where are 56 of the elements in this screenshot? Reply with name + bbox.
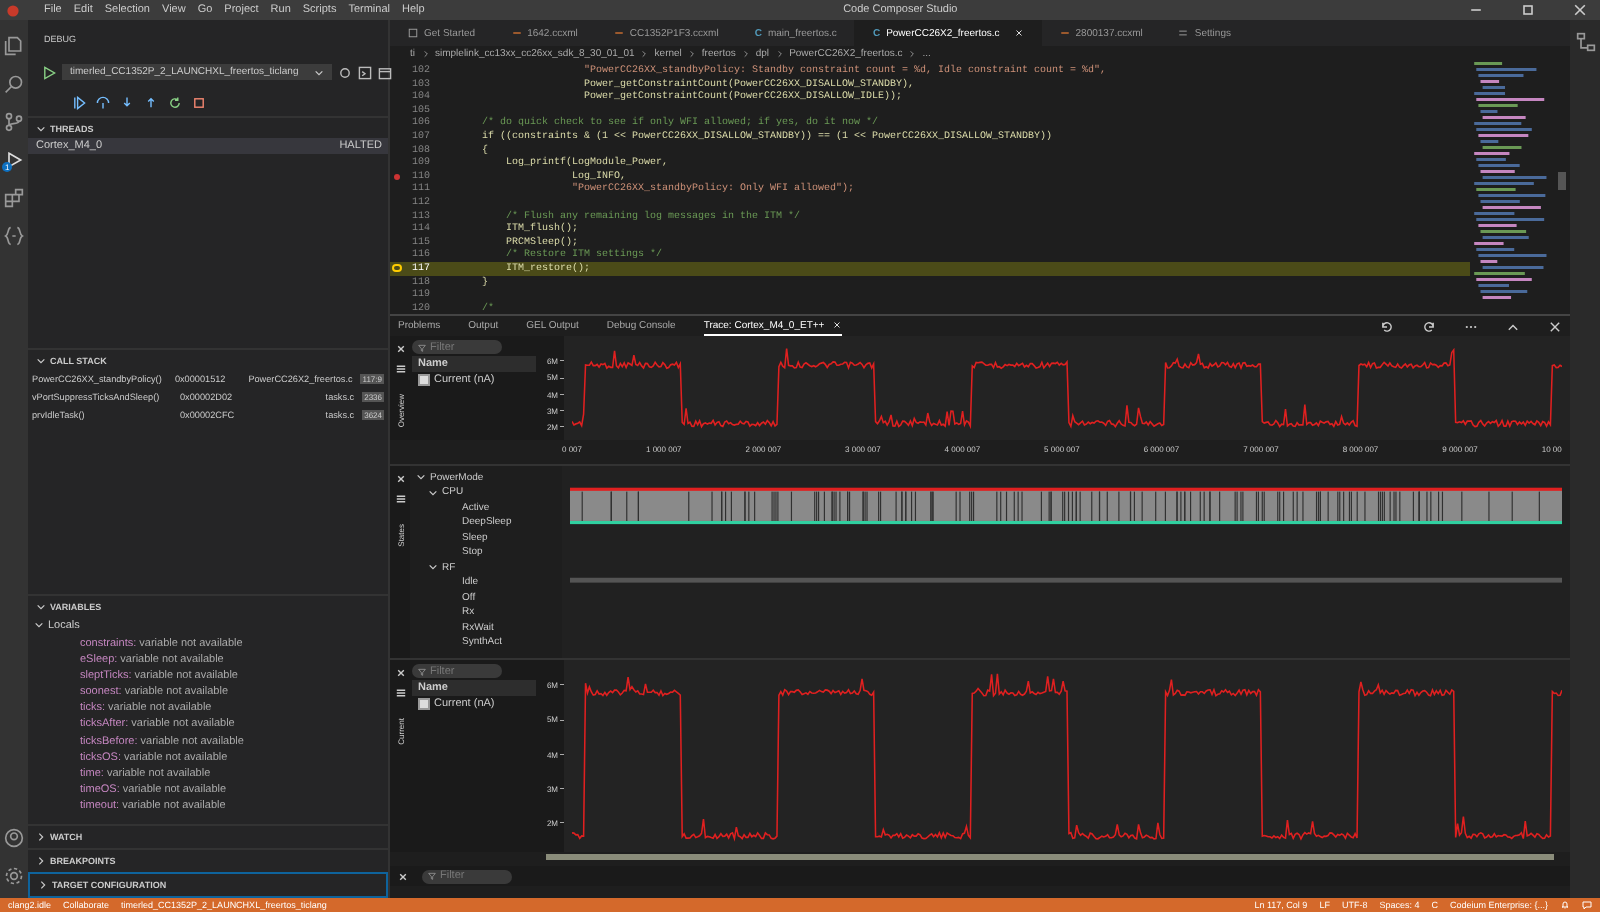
extensions-icon[interactable]: [4, 188, 24, 208]
list-icon[interactable]: [393, 362, 407, 376]
undo-icon[interactable]: [1380, 319, 1394, 333]
maximize-panel-icon[interactable]: [1506, 319, 1520, 333]
scrollbar-thumb[interactable]: [546, 854, 1554, 860]
caret-icon: [314, 67, 325, 77]
app-logo-icon: [6, 3, 20, 17]
close-icon[interactable]: [1013, 28, 1024, 38]
chevron-icon[interactable]: [34, 620, 44, 631]
checkbox[interactable]: [418, 374, 430, 386]
maximize-icon[interactable]: [1520, 2, 1536, 18]
close-icon[interactable]: [393, 666, 407, 680]
braces-icon[interactable]: [4, 226, 24, 246]
chevron-icon[interactable]: [36, 832, 46, 842]
close-icon[interactable]: [1548, 319, 1562, 333]
checkbox[interactable]: [418, 698, 430, 710]
breakpoint-icon[interactable]: [394, 173, 400, 180]
terminal-icon[interactable]: [358, 65, 373, 79]
chat-icon[interactable]: [1582, 900, 1592, 910]
chevron-icon[interactable]: [38, 880, 48, 890]
square-icon: [408, 28, 418, 38]
chevron-icon[interactable]: [416, 472, 426, 483]
bell-icon[interactable]: [1560, 900, 1570, 910]
continue-icon[interactable]: [72, 95, 86, 109]
step-over-icon[interactable]: [96, 95, 110, 109]
list-icon[interactable]: [393, 686, 407, 700]
filter-icon: [418, 667, 426, 675]
start-debug-icon[interactable]: [42, 65, 56, 79]
close-icon[interactable]: [393, 342, 407, 356]
window-icon[interactable]: [378, 65, 393, 79]
chevron-icon[interactable]: [36, 123, 46, 133]
search-icon[interactable]: [4, 74, 24, 94]
chevron-icon[interactable]: [428, 562, 438, 573]
close-icon[interactable]: [1572, 2, 1588, 18]
chevron-icon[interactable]: [36, 601, 46, 611]
hierarchy-icon[interactable]: [1575, 32, 1595, 52]
step-into-icon[interactable]: [120, 95, 134, 109]
close-icon[interactable]: [393, 472, 407, 486]
step-out-icon[interactable]: [144, 95, 158, 109]
redo-icon[interactable]: [1422, 319, 1436, 333]
chevron-icon[interactable]: [36, 355, 46, 365]
restart-icon[interactable]: [168, 95, 182, 109]
stop-icon[interactable]: [192, 95, 206, 109]
close-icon[interactable]: [832, 320, 843, 330]
filter-icon: [428, 872, 436, 880]
scrollbar-thumb[interactable]: [1558, 172, 1566, 190]
source-control-icon[interactable]: [4, 112, 24, 132]
files-icon[interactable]: [4, 36, 24, 56]
close-icon[interactable]: [396, 869, 410, 883]
debug-icon[interactable]: [4, 150, 24, 170]
chevron-icon: [421, 50, 429, 58]
account-icon[interactable]: [4, 828, 24, 848]
list-icon[interactable]: [393, 492, 407, 506]
chevron-icon[interactable]: [428, 487, 438, 498]
filter-icon: [418, 343, 426, 351]
chevron-icon[interactable]: [36, 856, 46, 866]
